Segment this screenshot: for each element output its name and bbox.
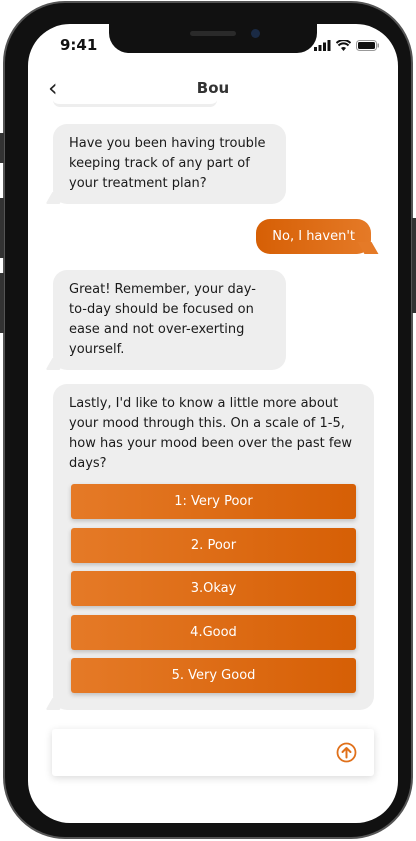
- mood-option-3[interactable]: 3.Okay: [71, 571, 356, 606]
- volume-down-button: [0, 273, 4, 333]
- bot-message: Great! Remember, your day-to-day should …: [53, 270, 286, 370]
- user-message: No, I haven't: [256, 219, 371, 254]
- mute-switch: [0, 133, 4, 163]
- status-time: 9:41: [60, 36, 98, 54]
- previous-message-edge: [53, 100, 217, 107]
- volume-up-button: [0, 198, 4, 258]
- power-button: [412, 218, 416, 313]
- camera: [251, 29, 260, 38]
- bot-message-text: Lastly, I'd like to know a little more a…: [69, 396, 353, 471]
- chat-title: Bou: [196, 79, 230, 97]
- speaker: [190, 31, 236, 36]
- notch: [109, 24, 317, 53]
- status-icons: [314, 40, 380, 51]
- message-composer: [52, 729, 374, 776]
- bot-message: Have you been having trouble keeping tra…: [53, 124, 286, 204]
- mood-option-1[interactable]: 1: Very Poor: [71, 484, 356, 519]
- screen: 9:41 ‹ Bou Have you been having trouble …: [28, 24, 398, 823]
- bot-message-with-options: Lastly, I'd like to know a little more a…: [53, 384, 374, 710]
- wifi-icon: [336, 40, 351, 51]
- mood-option-5[interactable]: 5. Very Good: [71, 658, 356, 693]
- phone-frame: 9:41 ‹ Bou Have you been having trouble …: [0, 1, 416, 839]
- message-input[interactable]: [52, 729, 322, 776]
- signal-icon: [314, 40, 331, 51]
- mood-option-4[interactable]: 4.Good: [71, 614, 356, 650]
- mood-option-2[interactable]: 2. Poor: [71, 527, 356, 563]
- battery-icon: [356, 40, 379, 51]
- send-arrow-up-icon[interactable]: [336, 742, 357, 763]
- mood-options: 1: Very Poor 2. Poor 3.Okay 4.Good 5. Ve…: [69, 484, 358, 693]
